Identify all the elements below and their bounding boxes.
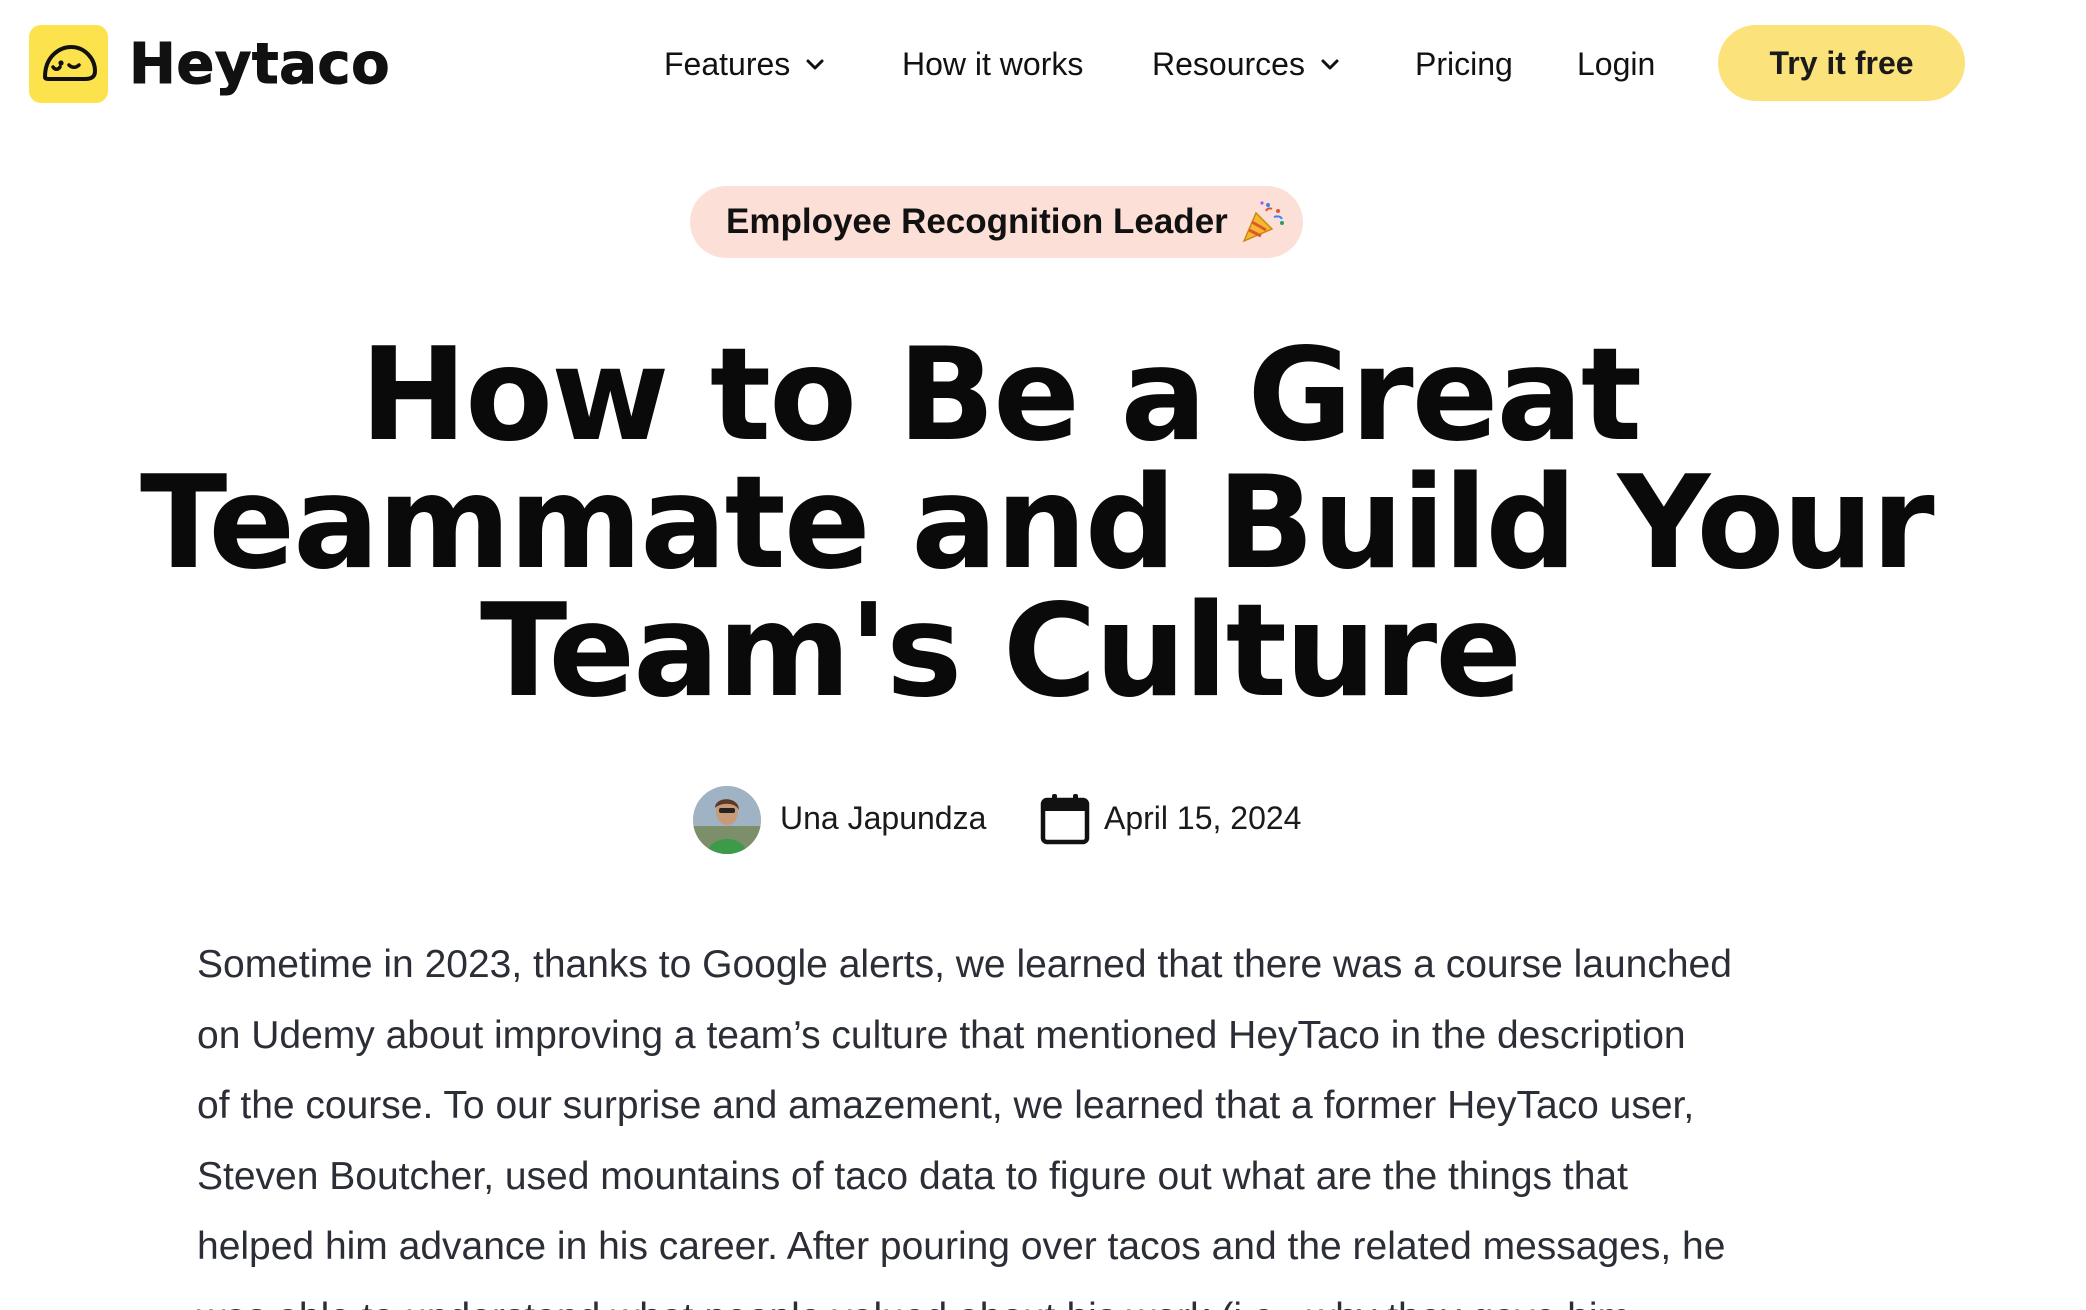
author-avatar [693, 786, 761, 854]
article-title: How to Be a Great Teammate and Build You… [140, 321, 1935, 726]
body-line: on Udemy about improving a team’s cultur… [197, 1013, 1686, 1057]
nav-features[interactable]: Features [664, 40, 826, 88]
body-line: Steven Boutcher, used mountains of taco … [197, 1154, 1628, 1198]
article-body: Sometime in 2023, thanks to Google alert… [197, 930, 1817, 1310]
chevron-down-icon [804, 53, 826, 75]
nav-features-label: Features [664, 45, 791, 82]
publish-date: April 15, 2024 [1104, 800, 1302, 836]
body-line: of the course. To our surprise and amaze… [197, 1084, 1695, 1127]
nav-pricing[interactable]: Pricing [1415, 40, 1513, 88]
try-it-free-button[interactable]: Try it free [1718, 25, 1965, 101]
employee-recognition-badge: Employee Recognition Leader [690, 186, 1303, 258]
nav-pricing-label: Pricing [1415, 45, 1513, 82]
party-popper-icon [1238, 197, 1288, 247]
author-name[interactable]: Una Japundza [780, 800, 986, 837]
body-line: was able to understand what people value… [197, 1283, 1817, 1310]
body-line: helped him advance in his career. After … [197, 1225, 1726, 1268]
chevron-down-icon [1319, 53, 1341, 75]
nav-login-label: Login [1577, 45, 1656, 82]
body-line: Sometime in 2023, thanks to Google alert… [197, 943, 1732, 986]
article-title-line-3: Team's Culture [480, 577, 1522, 726]
nav-resources-label: Resources [1152, 45, 1305, 82]
page: Heytaco Features How it works Resources … [0, 0, 2086, 1310]
site-header: Heytaco Features How it works Resources … [0, 0, 2086, 128]
nav-how-it-works[interactable]: How it works [902, 40, 1083, 88]
nav-resources[interactable]: Resources [1152, 40, 1341, 88]
badge-label: Employee Recognition Leader [726, 202, 1228, 241]
article-title-line-2: Teammate and Build Your [140, 449, 1935, 598]
nav-login[interactable]: Login [1577, 40, 1655, 88]
nav-how-it-works-label: How it works [902, 45, 1084, 82]
calendar-icon [1040, 792, 1090, 846]
article-meta: Una Japundza April 15, 2024 [0, 786, 2086, 856]
article-title-line-1: How to Be a Great [360, 321, 1642, 470]
